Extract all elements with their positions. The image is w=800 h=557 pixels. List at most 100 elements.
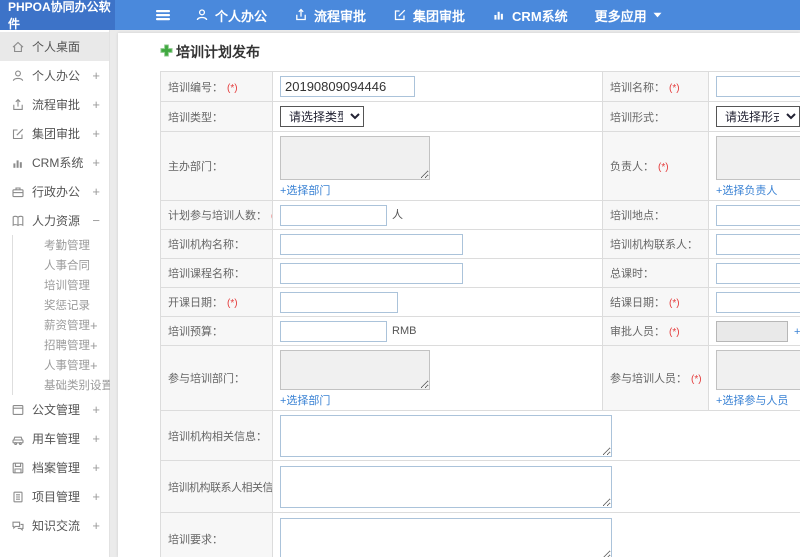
course-name-input[interactable] (280, 262, 463, 284)
choose-leader-link[interactable]: +选择负责人 (716, 182, 777, 198)
start-date-input[interactable] (280, 291, 398, 313)
choose-dept-link[interactable]: +选择部门 (280, 182, 330, 198)
expand-plus[interactable]: + (92, 431, 100, 446)
field-label-start-date: 开课日期： (*) (160, 287, 273, 317)
expand-plus[interactable]: + (92, 489, 100, 504)
training-form-table: 培训编号：(*) 培训名称：(*) 培训类型： 请选择类型 培训形式： (160, 71, 800, 557)
sidebar-item-archives[interactable]: 档案管理 + (0, 453, 109, 482)
required-mark: (*) (669, 82, 680, 94)
hamburger-menu-icon[interactable] (155, 9, 171, 21)
sidebar-item-vehicle[interactable]: 用车管理 + (0, 424, 109, 453)
org-info-textarea[interactable] (280, 414, 612, 457)
field-label-course-name: 培训课程名称： (160, 258, 273, 288)
expand-plus[interactable]: + (92, 126, 100, 141)
field-label-leader: 负责人： (*) (602, 131, 709, 201)
host-dept-textarea[interactable] (280, 136, 430, 180)
sidebar-item-label: 行政办公 (32, 185, 81, 199)
expand-plus[interactable]: + (92, 518, 100, 533)
approver-input[interactable] (716, 320, 788, 342)
leader-textarea[interactable] (716, 136, 800, 180)
nav-group-approval[interactable]: 集团审批 (393, 6, 465, 25)
field-label-requirements: 培训要求： (160, 512, 273, 557)
subitem-label: 人事合同 (44, 260, 90, 272)
sidebar-item-personal-office[interactable]: 个人办公 + (0, 61, 109, 90)
table-row: 培训要求： (160, 512, 800, 557)
org-contact-input[interactable] (716, 233, 800, 255)
sidebar-subitem-recruitment[interactable]: 招聘管理 + (13, 335, 109, 355)
collapse-minus[interactable]: − (92, 213, 100, 228)
expand-plus[interactable]: + (90, 318, 98, 333)
subitem-label: 基础类别设置 (44, 380, 113, 392)
choose-participants-link[interactable]: +选择参与人员 (716, 392, 788, 408)
field-label-location: 培训地点： (602, 200, 709, 230)
sidebar-subitem-training[interactable]: 培训管理 (13, 275, 109, 295)
nav-personal-office[interactable]: 个人办公 (195, 6, 267, 25)
table-row: 培训课程名称： 总课时： (160, 258, 800, 288)
expand-plus[interactable]: + (92, 97, 100, 112)
training-code-input[interactable] (280, 76, 415, 97)
car-icon (11, 432, 25, 446)
table-row: 计划参与培训人数：(*) 人 培训地点： (160, 200, 800, 230)
end-date-input[interactable] (716, 291, 800, 313)
choose-dept-link[interactable]: +选择部门 (280, 392, 330, 408)
sidebar-item-admin-office[interactable]: 行政办公 + (0, 177, 109, 206)
nav-label: CRM系统 (512, 8, 568, 24)
training-type-select[interactable]: 请选择类型 (280, 106, 364, 127)
sidebar-subitem-hr-contract[interactable]: 人事合同 (13, 255, 109, 275)
notebook-icon (11, 490, 25, 504)
expand-plus[interactable]: + (92, 460, 100, 475)
nav-label: 个人办公 (215, 8, 268, 24)
nav-crm-system[interactable]: CRM系统 (492, 6, 568, 25)
sidebar-subitem-attendance[interactable]: 考勤管理 (13, 235, 109, 255)
sidebar-subitem-base-category[interactable]: 基础类别设置 + (13, 375, 121, 395)
location-input[interactable] (716, 204, 800, 226)
field-label-join-dept: 参与培训部门： (160, 345, 273, 411)
requirements-textarea[interactable] (280, 517, 612, 557)
subitem-label: 薪资管理 (44, 320, 90, 332)
sidebar-subitem-rewards[interactable]: 奖惩记录 (13, 295, 109, 315)
field-label-join-staff: 参与培训人员： (*) (602, 345, 709, 411)
flow-icon (294, 8, 308, 22)
sidebar: 个人桌面 个人办公 + 流程审批 + 集团审批 + CRM系统 + 行政办公 +… (0, 30, 121, 557)
required-mark: (*) (658, 162, 669, 173)
org-name-input[interactable] (280, 233, 463, 255)
nav-workflow-approval[interactable]: 流程审批 (294, 6, 366, 25)
expand-plus[interactable]: + (90, 338, 98, 353)
field-label-approver: 审批人员： (*) (602, 316, 709, 346)
table-row: 培训机构联系人相关信息： (160, 460, 800, 513)
sidebar-item-knowledge[interactable]: 知识交流 + (0, 511, 109, 540)
expand-plus[interactable]: + (92, 184, 100, 199)
nav-label: 集团审批 (413, 8, 466, 24)
sidebar-item-documents[interactable]: 公文管理 + (0, 395, 109, 424)
expand-plus[interactable]: + (92, 68, 100, 83)
expand-plus[interactable]: + (90, 358, 98, 373)
sidebar-subitem-salary[interactable]: 薪资管理 + (13, 315, 109, 335)
training-name-input[interactable] (716, 76, 800, 97)
planned-count-input[interactable] (280, 204, 387, 226)
briefcase-icon (11, 185, 25, 199)
training-mode-select[interactable]: 请选择形式 (716, 106, 800, 127)
table-row: 培训编号：(*) 培训名称：(*) (160, 71, 800, 102)
subitem-label: 奖惩记录 (44, 300, 90, 312)
org-contact-info-textarea[interactable] (280, 465, 612, 508)
choose-approver-link[interactable]: +选择审批人员 (794, 323, 800, 339)
sidebar-item-label: 项目管理 (32, 490, 81, 504)
sidebar-item-projects[interactable]: 项目管理 + (0, 482, 109, 511)
table-row: 培训机构名称： 培训机构联系人： (160, 229, 800, 259)
total-hours-input[interactable] (716, 262, 800, 284)
sidebar-item-crm[interactable]: CRM系统 + (0, 148, 109, 177)
sidebar-subitem-personnel[interactable]: 人事管理 + (13, 355, 109, 375)
sidebar-item-personal-desktop[interactable]: 个人桌面 (0, 32, 109, 61)
home-icon (11, 40, 25, 54)
sidebar-item-group-approval[interactable]: 集团审批 + (0, 119, 109, 148)
table-row: 培训类型： 请选择类型 培训形式： 请选择形式 (160, 101, 800, 132)
nav-more-apps[interactable]: 更多应用 (595, 6, 662, 25)
join-dept-textarea[interactable] (280, 350, 430, 390)
sidebar-item-hr[interactable]: 人力资源 − (0, 206, 109, 235)
subitem-label: 考勤管理 (44, 240, 90, 252)
sidebar-item-workflow-approval[interactable]: 流程审批 + (0, 90, 109, 119)
expand-plus[interactable]: + (92, 155, 100, 170)
join-staff-textarea[interactable] (716, 350, 800, 390)
expand-plus[interactable]: + (92, 402, 100, 417)
budget-input[interactable] (280, 320, 387, 342)
